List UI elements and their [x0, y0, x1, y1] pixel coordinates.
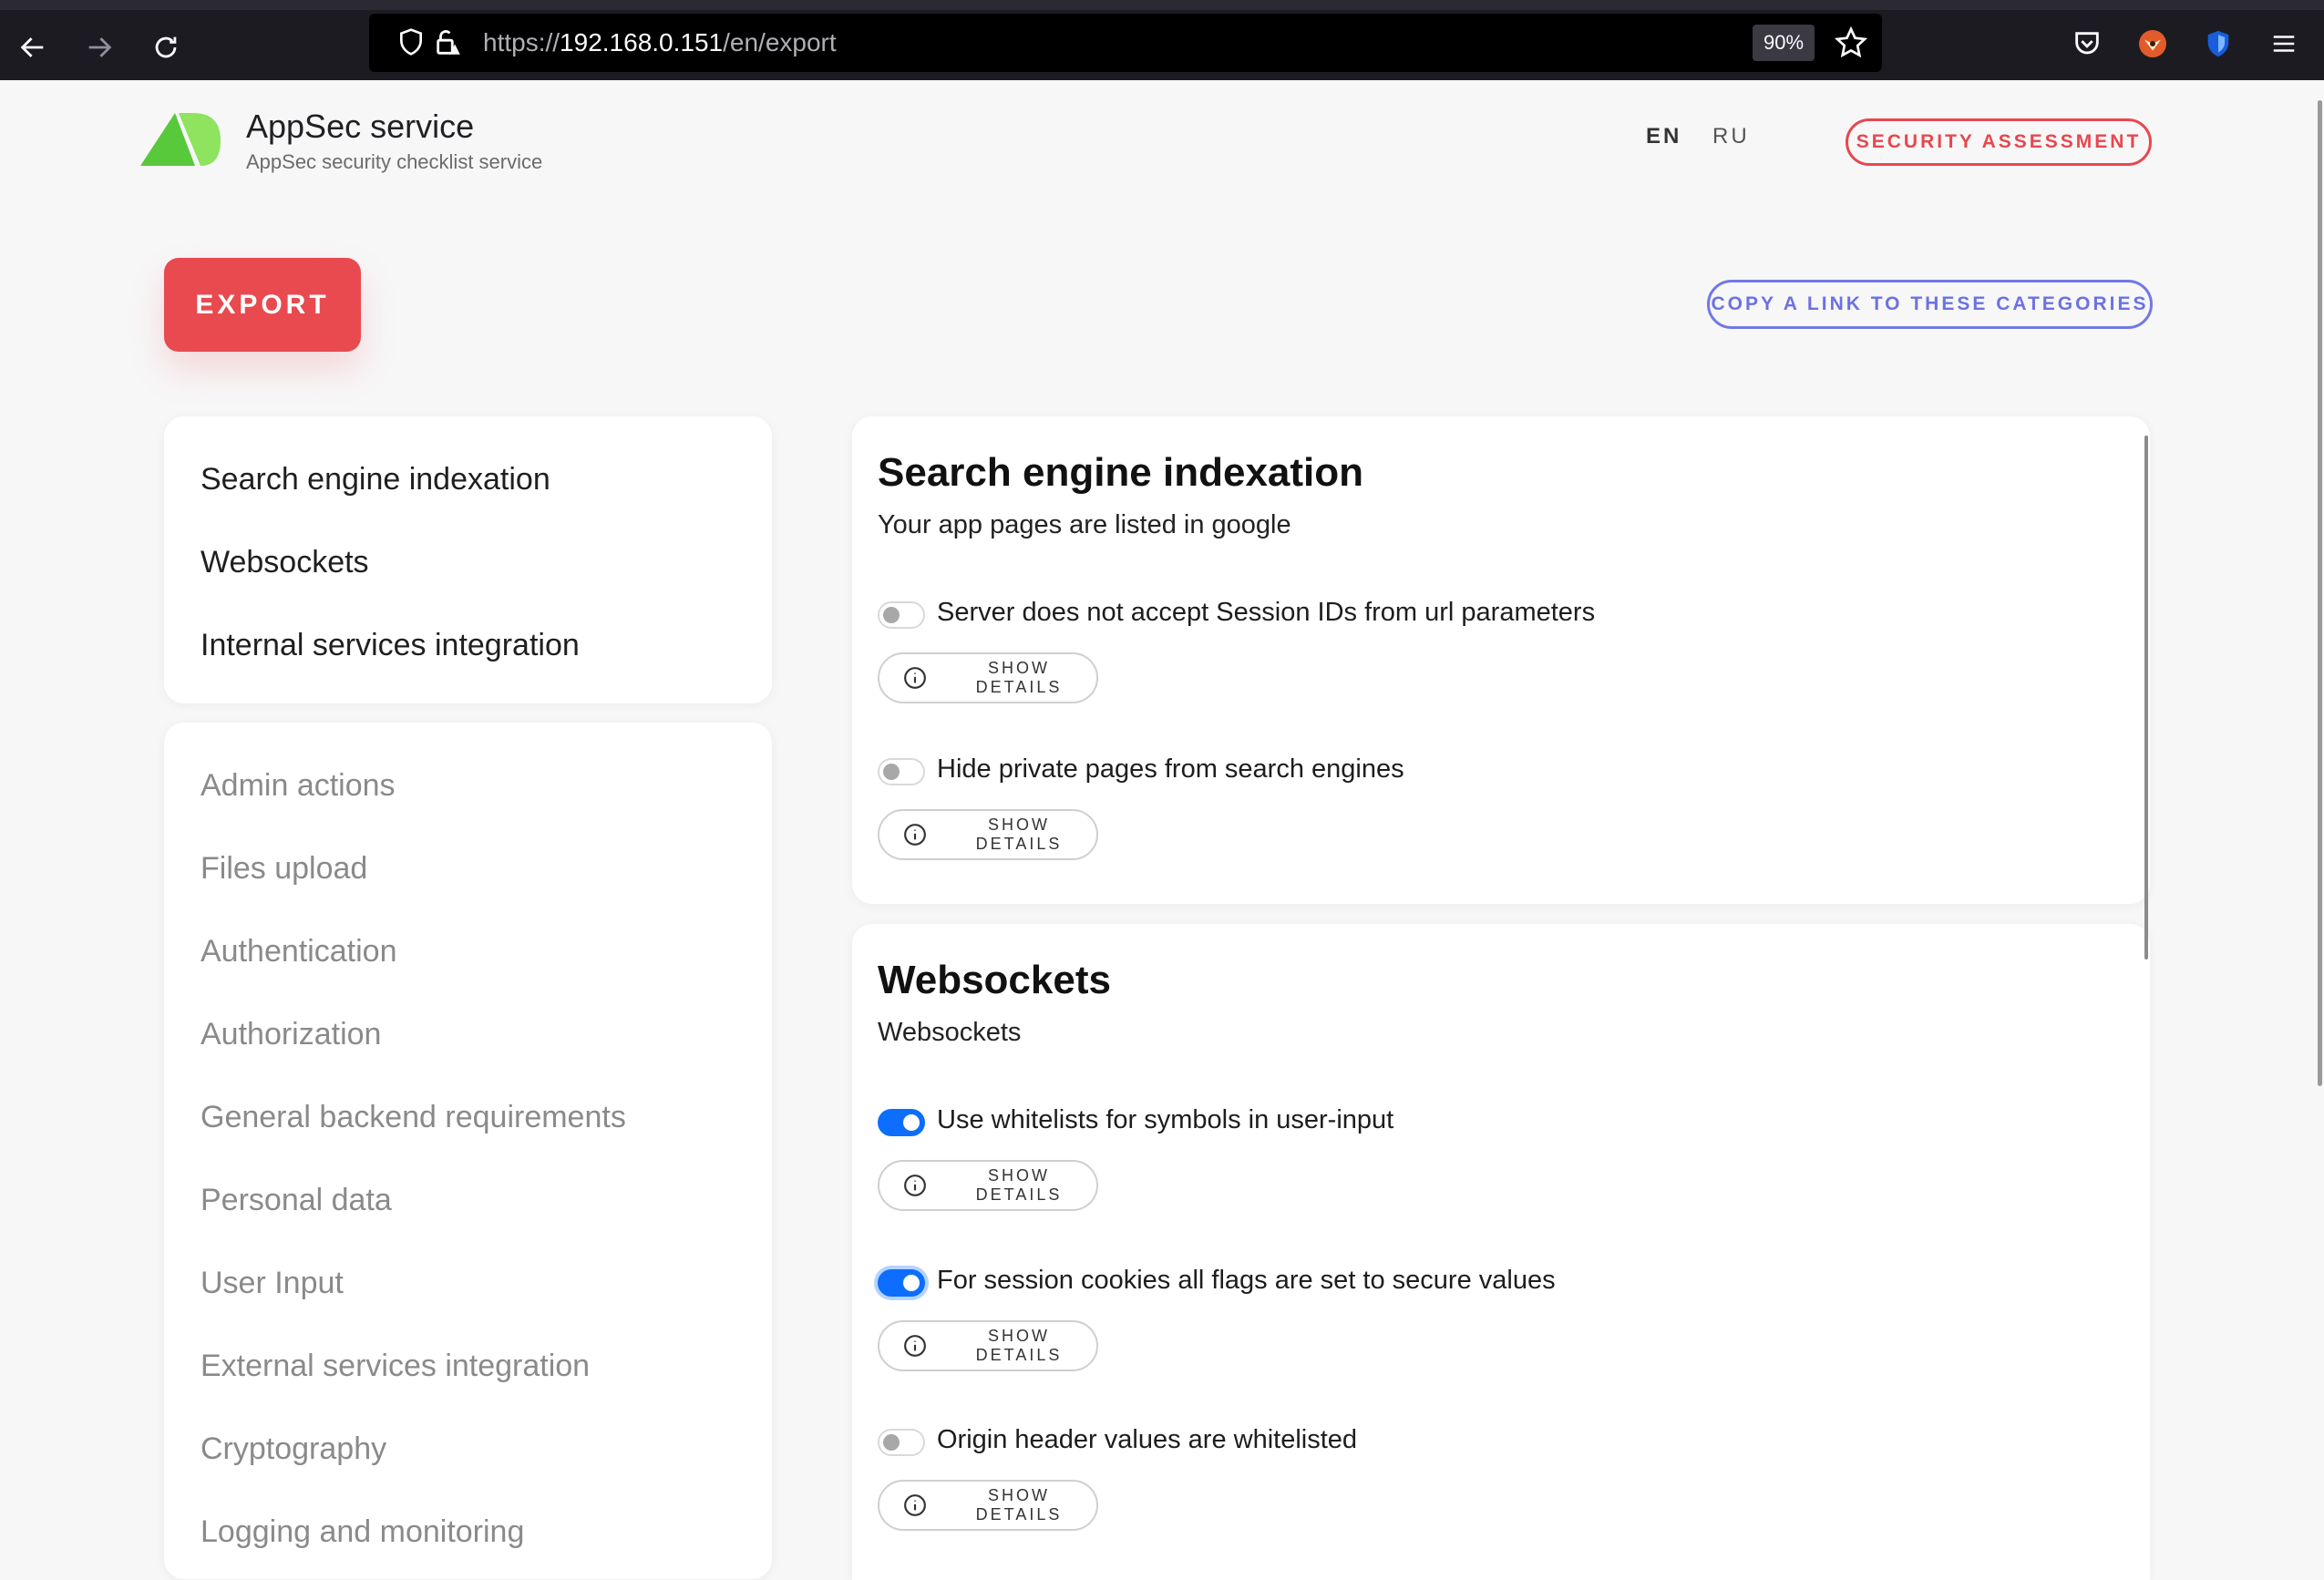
reload-icon	[155, 36, 177, 58]
forward-button[interactable]	[77, 26, 121, 69]
back-arrow-icon	[20, 37, 44, 57]
category-item[interactable]: Authentication	[201, 934, 397, 970]
url-host: 192.168.0.151	[560, 28, 724, 56]
item-toggle[interactable]	[878, 1429, 925, 1456]
item-label[interactable]: For session cookies all flags are set to…	[937, 1266, 1556, 1296]
info-icon	[903, 1334, 927, 1358]
page-scrollbar[interactable]	[2318, 100, 2322, 1086]
item-label[interactable]: Use whitelists for symbols in user-input	[937, 1105, 1393, 1135]
sections-scrollbar[interactable]	[2144, 436, 2148, 959]
reload-button[interactable]	[144, 26, 188, 69]
category-item[interactable]: Personal data	[201, 1183, 392, 1218]
category-item[interactable]: Cryptography	[201, 1431, 386, 1467]
category-item[interactable]: Files upload	[201, 851, 367, 887]
category-item[interactable]: External services integration	[201, 1349, 590, 1384]
show-details-button[interactable]: SHOW DETAILS	[878, 652, 1098, 703]
fox-extension-icon[interactable]	[2134, 26, 2171, 62]
show-details-label: SHOW DETAILS	[975, 1486, 1063, 1524]
show-details-button[interactable]: SHOW DETAILS	[878, 1320, 1098, 1371]
section-description: Websockets	[878, 1018, 1022, 1047]
forward-arrow-icon	[88, 37, 112, 57]
item-toggle[interactable]	[878, 601, 925, 629]
section-title: Search engine indexation	[878, 450, 1364, 495]
hamburger-menu-icon[interactable]	[2266, 26, 2302, 62]
shield-extension-icon[interactable]	[2200, 26, 2237, 62]
selected-category-item[interactable]: Internal services integration	[201, 628, 580, 663]
export-button[interactable]: EXPORT	[164, 258, 361, 352]
checklist-item: Hide private pages from search engines S…	[878, 754, 2062, 895]
show-details-label: SHOW DETAILS	[975, 816, 1063, 853]
copy-link-button[interactable]: COPY A LINK TO THESE CATEGORIES	[1707, 280, 2153, 329]
back-button[interactable]	[11, 26, 55, 69]
language-en-link[interactable]: EN	[1646, 124, 1681, 149]
show-details-button[interactable]: SHOW DETAILS	[878, 809, 1098, 860]
info-icon	[903, 666, 927, 690]
selected-categories-list: Search engine indexation Websockets Inte…	[164, 416, 772, 703]
section-card-websockets: Websockets Websockets Use whitelists for…	[852, 924, 2150, 1580]
checklist-item: Server does not accept Session IDs from …	[878, 598, 2062, 738]
show-details-label: SHOW DETAILS	[975, 1166, 1063, 1204]
show-details-label: SHOW DETAILS	[975, 659, 1063, 696]
checklist-item: Origin header values are whitelisted SHO…	[878, 1425, 2062, 1565]
info-icon	[903, 1493, 927, 1517]
zoom-level-badge[interactable]: 90%	[1753, 25, 1815, 61]
category-item[interactable]: User Input	[201, 1266, 344, 1301]
site-title[interactable]: AppSec service	[246, 108, 474, 146]
show-details-label: SHOW DETAILS	[975, 1327, 1063, 1364]
info-icon	[903, 823, 927, 846]
site-subtitle: AppSec security checklist service	[246, 150, 543, 173]
available-categories-list: Admin actions Files upload Authenticatio…	[164, 723, 772, 1579]
category-item[interactable]: Logging and monitoring	[201, 1514, 524, 1550]
item-toggle[interactable]	[878, 1269, 925, 1297]
insecure-lock-icon[interactable]	[433, 26, 464, 59]
checklist-item: Use whitelists for symbols in user-input…	[878, 1105, 2062, 1246]
category-item[interactable]: General backend requirements	[201, 1100, 626, 1135]
item-label[interactable]: Server does not accept Session IDs from …	[937, 598, 1595, 628]
show-details-button[interactable]: SHOW DETAILS	[878, 1480, 1098, 1531]
shield-icon[interactable]	[396, 26, 426, 57]
selected-category-item[interactable]: Search engine indexation	[201, 462, 550, 498]
security-assessment-button[interactable]: SECURITY ASSESSMENT	[1846, 118, 2152, 166]
language-ru-link[interactable]: RU	[1712, 124, 1750, 149]
browser-toolbar: https://192.168.0.151/en/export 90%	[0, 0, 2324, 80]
selected-category-item[interactable]: Websockets	[201, 545, 369, 580]
checklist-item: For session cookies all flags are set to…	[878, 1266, 2062, 1406]
appsec-logo[interactable]	[139, 111, 222, 172]
url-path: /en/export	[723, 28, 837, 56]
category-item[interactable]: Admin actions	[201, 768, 396, 804]
url-text[interactable]: https://192.168.0.151/en/export	[483, 28, 837, 57]
item-toggle[interactable]	[878, 1109, 925, 1136]
item-label[interactable]: Origin header values are whitelisted	[937, 1425, 1357, 1455]
category-item[interactable]: Authorization	[201, 1017, 381, 1052]
section-description: Your app pages are listed in google	[878, 510, 1291, 539]
url-scheme: https://	[483, 28, 560, 56]
address-bar[interactable]: https://192.168.0.151/en/export 90%	[369, 14, 1882, 72]
show-details-button[interactable]: SHOW DETAILS	[878, 1160, 1098, 1211]
info-icon	[903, 1174, 927, 1197]
section-card-search-engine: Search engine indexation Your app pages …	[852, 416, 2150, 904]
bookmark-star-icon[interactable]	[1835, 26, 1867, 59]
pocket-icon[interactable]	[2069, 26, 2105, 62]
item-label[interactable]: Hide private pages from search engines	[937, 754, 1404, 785]
section-title: Websockets	[878, 958, 1111, 1002]
item-toggle[interactable]	[878, 758, 925, 785]
